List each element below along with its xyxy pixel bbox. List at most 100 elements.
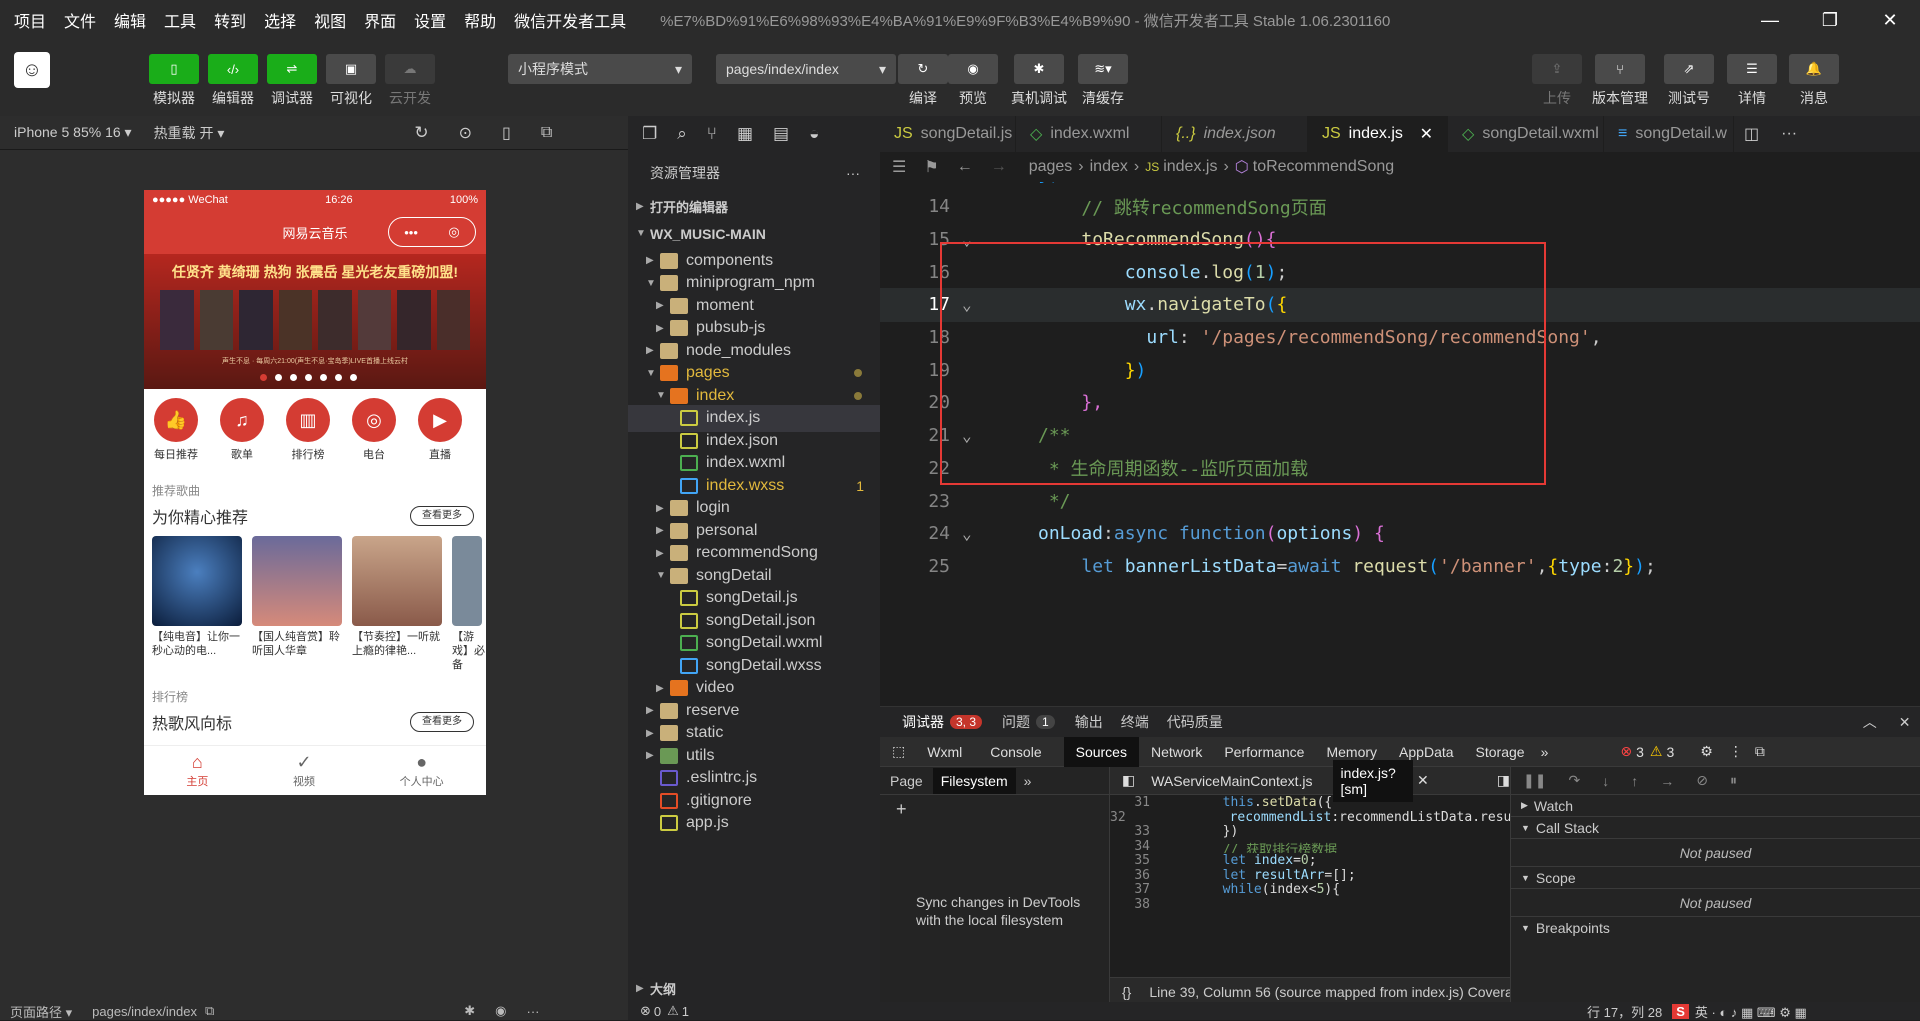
toggle-navigator-icon[interactable]: ◧	[1122, 772, 1135, 789]
close-icon[interactable]: ✕	[1860, 10, 1920, 31]
gear-icon[interactable]: ⚙	[1700, 743, 1713, 760]
menu-settings[interactable]: 设置	[414, 8, 446, 32]
watch-section[interactable]: ▶ Watch	[1511, 795, 1920, 817]
source-line[interactable]: 35 let index=0;	[1110, 853, 1510, 868]
fold-chevron-icon[interactable]: ⌄	[962, 295, 972, 314]
menu-edit[interactable]: 编辑	[114, 8, 146, 32]
devtab-sources[interactable]: Sources	[1063, 736, 1139, 767]
playlist-icon[interactable]: ♫	[220, 398, 264, 442]
close-icon[interactable]: ✕	[1420, 124, 1433, 144]
plus-icon[interactable]: +	[896, 799, 1109, 820]
pause-exceptions-icon[interactable]: ⏸	[1730, 772, 1737, 789]
file-tree-item[interactable]: app.js	[628, 810, 880, 837]
crumb-index[interactable]: index	[1090, 158, 1128, 176]
devtab-appdata[interactable]: AppData	[1399, 744, 1453, 760]
source-line[interactable]: 38	[1110, 897, 1510, 912]
source-line[interactable]: 36 let resultArr=[];	[1110, 868, 1510, 883]
fold-chevron-icon[interactable]: ⌄	[962, 230, 972, 249]
nav-tab-page[interactable]: Page	[890, 773, 923, 789]
panel-tab-problems[interactable]: 问题	[1002, 712, 1030, 732]
panel-tab-output[interactable]: 输出	[1075, 712, 1103, 732]
simulator-button[interactable]: ▯	[149, 54, 199, 84]
live-icon[interactable]: ▶	[418, 398, 462, 442]
tab-index-wxml[interactable]: ◇ index.wxml	[1016, 116, 1162, 152]
dock-icon[interactable]: ⧉	[1755, 743, 1765, 760]
testno-button[interactable]: ⇗	[1664, 54, 1714, 84]
menu-file[interactable]: 文件	[64, 8, 96, 32]
bookmark-icon[interactable]: ⚑	[924, 157, 938, 177]
code-editor[interactable]: 13}, 14 // 跳转recommendSong页面 15 toRecommen…	[880, 182, 1920, 706]
mode-select[interactable]: 小程序模式 ▾	[508, 54, 692, 84]
tab-songdetail-wxss[interactable]: ≡ songDetail.w	[1604, 116, 1734, 152]
error-count[interactable]: 3	[1636, 744, 1644, 760]
capsule-button[interactable]: ••• ◎	[388, 217, 476, 247]
messages-button[interactable]: 🔔	[1789, 54, 1839, 84]
callstack-section[interactable]: ▼ Call Stack	[1511, 817, 1920, 839]
more-icon[interactable]: ···	[527, 1004, 540, 1019]
outline-section[interactable]: ▶ 大纲	[628, 975, 880, 1002]
source-line[interactable]: 32 recommendList:recommendListData.resul…	[1110, 810, 1510, 825]
source-tab-indexjs[interactable]: index.js? [sm]	[1332, 759, 1414, 802]
tab-video[interactable]: ✓ 视频	[293, 752, 315, 789]
page-select[interactable]: pages/index/index ▾	[716, 54, 896, 84]
copy-icon[interactable]: ⧉	[205, 1003, 214, 1019]
tab-songdetail-wxml[interactable]: ◇ songDetail.wxml	[1448, 116, 1604, 152]
warning-count[interactable]: 3	[1666, 744, 1674, 760]
clearcache-button[interactable]: ≋▾	[1078, 54, 1128, 84]
files-icon[interactable]: ❐	[642, 124, 657, 144]
devtab-storage[interactable]: Storage	[1476, 744, 1525, 760]
fold-chevron-icon[interactable]: ⌄	[962, 524, 972, 543]
input-method-icon[interactable]: S	[1672, 1003, 1689, 1019]
bug-icon[interactable]: ✱	[464, 1003, 475, 1019]
warning-icon[interactable]: ⚠	[667, 1003, 679, 1019]
tab-personal[interactable]: ● 个人中心	[400, 752, 444, 789]
rec-more-button[interactable]: 查看更多	[410, 506, 474, 526]
hotreload-toggle[interactable]: 热重载 开 ▾	[154, 123, 225, 143]
popout-icon[interactable]: ⧉	[541, 124, 552, 142]
toggle-debugger-icon[interactable]: ◨	[1497, 772, 1510, 789]
status-warnings[interactable]: 1	[682, 1004, 689, 1019]
source-tab-wamain[interactable]: WAServiceMainContext.js	[1151, 773, 1312, 789]
devtab-network[interactable]: Network	[1151, 744, 1202, 760]
error-icon[interactable]: ⊗	[640, 1003, 651, 1019]
workspace-root[interactable]: ▼ WX_MUSIC-MAIN	[628, 220, 880, 247]
storage-icon[interactable]: ▤	[773, 124, 789, 144]
list-icon[interactable]: ☰	[892, 157, 906, 177]
more-icon[interactable]: ···	[1781, 125, 1797, 143]
search-icon[interactable]: ⌕	[677, 124, 687, 144]
tab-home[interactable]: ⌂ 主页	[186, 752, 208, 789]
devtab-console[interactable]: Console	[990, 744, 1041, 760]
braces-icon[interactable]: {}	[1122, 984, 1131, 1000]
compile-button[interactable]: ↻	[898, 54, 948, 84]
source-line[interactable]: 31 this.setData({	[1110, 795, 1510, 810]
playlist-cover[interactable]	[152, 536, 242, 626]
back-arrow-icon[interactable]: ←	[957, 158, 973, 176]
source-line[interactable]: 34 // 获取排行榜数据	[1110, 839, 1510, 854]
breakpoints-section[interactable]: ▼ Breakpoints	[1511, 917, 1920, 939]
more-vert-icon[interactable]: ⋮	[1729, 743, 1743, 760]
rotate-icon[interactable]: ↻	[414, 123, 428, 143]
editor-button[interactable]: ‹/›	[208, 54, 258, 84]
debugger-button[interactable]: ⇌	[267, 54, 317, 84]
more-icon[interactable]: ···	[846, 165, 860, 181]
maximize-icon[interactable]: ❐	[1800, 10, 1860, 31]
details-button[interactable]: ☰	[1727, 54, 1777, 84]
playlist-cover[interactable]	[452, 536, 482, 626]
open-editors-section[interactable]: ▶ 打开的编辑器	[628, 193, 880, 220]
source-line[interactable]: 33 })	[1110, 824, 1510, 839]
rank-icon[interactable]: ▥	[286, 398, 330, 442]
deactivate-breakpoints-icon[interactable]: ⊘	[1696, 772, 1708, 789]
upload-button[interactable]: ⇪	[1532, 54, 1582, 84]
minimize-icon[interactable]: —	[1740, 10, 1800, 31]
forward-arrow-icon[interactable]: →	[991, 158, 1007, 176]
tab-index-js[interactable]: JS index.js ✕	[1308, 116, 1448, 152]
source-line[interactable]: 37 while(index<5){	[1110, 882, 1510, 897]
phone-icon[interactable]: ▯	[502, 123, 511, 143]
avatar[interactable]: ☺	[14, 52, 50, 88]
pause-icon[interactable]: ❚❚	[1523, 772, 1546, 789]
step-into-icon[interactable]: ↓	[1602, 773, 1609, 789]
rank-more-button[interactable]: 查看更多	[410, 712, 474, 732]
panel-tab-quality[interactable]: 代码质量	[1167, 712, 1223, 732]
playlist-cover[interactable]	[352, 536, 442, 626]
code-line[interactable]: 25 let bannerListData=await request('/ba…	[880, 546, 1920, 586]
